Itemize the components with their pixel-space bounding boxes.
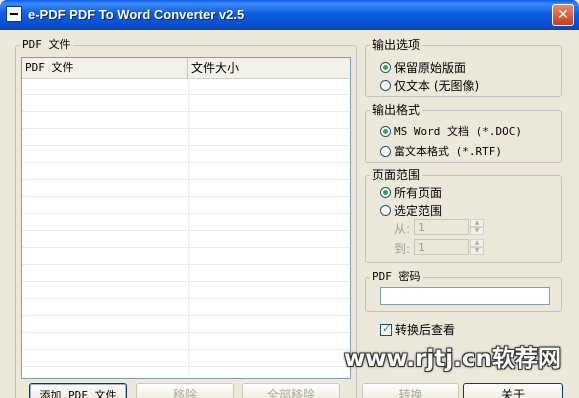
list-item [22, 180, 350, 197]
list-item [22, 316, 350, 333]
radio-keep-layout[interactable]: 保留原始版面 [380, 59, 466, 76]
to-page-value: 1 [418, 241, 425, 254]
file-list[interactable]: PDF 文件 文件大小 [21, 57, 351, 379]
file-list-rows [22, 78, 350, 378]
radio-dot [380, 145, 391, 157]
system-menu-icon[interactable] [6, 6, 22, 22]
list-item [22, 282, 350, 299]
list-item [22, 231, 350, 248]
column-header-size[interactable]: 文件大小 [188, 58, 350, 78]
spin-down-icon[interactable]: ▼ [470, 227, 484, 235]
list-item [22, 78, 350, 95]
list-item [22, 248, 350, 265]
checkbox-box [380, 322, 392, 336]
list-item [22, 95, 350, 112]
list-item [22, 197, 350, 214]
radio-format-rtf[interactable]: 富文本格式 (*.RTF) [380, 143, 502, 159]
window-title: e-PDF PDF To Word Converter v2.5 [28, 7, 245, 22]
pdf-files-group-label: PDF 文件 [20, 38, 73, 52]
list-item [22, 146, 350, 163]
password-input[interactable] [380, 287, 550, 305]
radio-text-only[interactable]: 仅文本 (无图像) [380, 77, 479, 94]
column-header-file[interactable]: PDF 文件 [22, 58, 188, 78]
password-label: PDF 密码 [370, 270, 423, 284]
radio-dot [380, 62, 391, 73]
remove-button[interactable]: 移除 [136, 383, 234, 398]
list-item [22, 214, 350, 231]
view-after-label: 转换后查看 [395, 323, 456, 337]
list-item [22, 367, 350, 378]
main-window: e-PDF PDF To Word Converter v2.5 ✕ PDF 文… [0, 0, 579, 398]
radio-format-doc[interactable]: MS Word 文档 (*.DOC) [380, 123, 522, 139]
from-label: 从: [394, 222, 411, 236]
from-page-input[interactable]: 1 [414, 219, 469, 235]
from-page-value: 1 [418, 221, 425, 234]
radio-text-only-label: 仅文本 (无图像) [394, 79, 480, 93]
file-list-header: PDF 文件 文件大小 [22, 58, 350, 79]
page-range-label: 页面范围 [370, 168, 423, 182]
list-item [22, 163, 350, 180]
radio-dot [380, 187, 391, 198]
list-item [22, 129, 350, 146]
remove-all-button[interactable]: 全部移除 [242, 383, 340, 398]
list-item [22, 333, 350, 350]
title-bar[interactable]: e-PDF PDF To Word Converter v2.5 ✕ [0, 0, 579, 30]
to-page-input[interactable]: 1 [414, 239, 469, 255]
to-page-spinner[interactable]: ▲ ▼ [470, 239, 484, 255]
radio-format-rtf-label: 富文本格式 (*.RTF) [394, 145, 502, 158]
watermark-text: www.rjtj.cn软荐网 [344, 346, 561, 372]
list-item [22, 299, 350, 316]
from-page-spinner[interactable]: ▲ ▼ [470, 219, 484, 235]
close-icon[interactable]: ✕ [552, 4, 574, 26]
output-options-label: 输出选项 [370, 38, 423, 52]
about-button[interactable]: 关于 [463, 383, 563, 398]
radio-dot [380, 80, 391, 91]
spin-up-icon[interactable]: ▲ [470, 239, 484, 247]
spin-down-icon[interactable]: ▼ [470, 247, 484, 255]
list-item [22, 350, 350, 367]
add-pdf-button[interactable]: 添加 PDF 文件 [29, 383, 127, 398]
radio-dot [380, 205, 391, 216]
list-item [22, 112, 350, 129]
view-after-checkbox[interactable]: 转换后查看 [380, 321, 455, 338]
radio-selected-range-label: 选定范围 [394, 204, 443, 218]
radio-format-doc-label: MS Word 文档 (*.DOC) [394, 125, 522, 138]
radio-keep-layout-label: 保留原始版面 [394, 61, 467, 75]
radio-selected-range[interactable]: 选定范围 [380, 202, 442, 219]
output-format-label: 输出格式 [370, 103, 423, 117]
radio-all-pages[interactable]: 所有页面 [380, 184, 442, 201]
convert-button[interactable]: 转换 [362, 383, 459, 398]
spin-up-icon[interactable]: ▲ [470, 219, 484, 227]
list-item [22, 265, 350, 282]
to-label: 到: [394, 242, 411, 256]
radio-dot [380, 125, 391, 137]
radio-all-pages-label: 所有页面 [394, 186, 443, 200]
